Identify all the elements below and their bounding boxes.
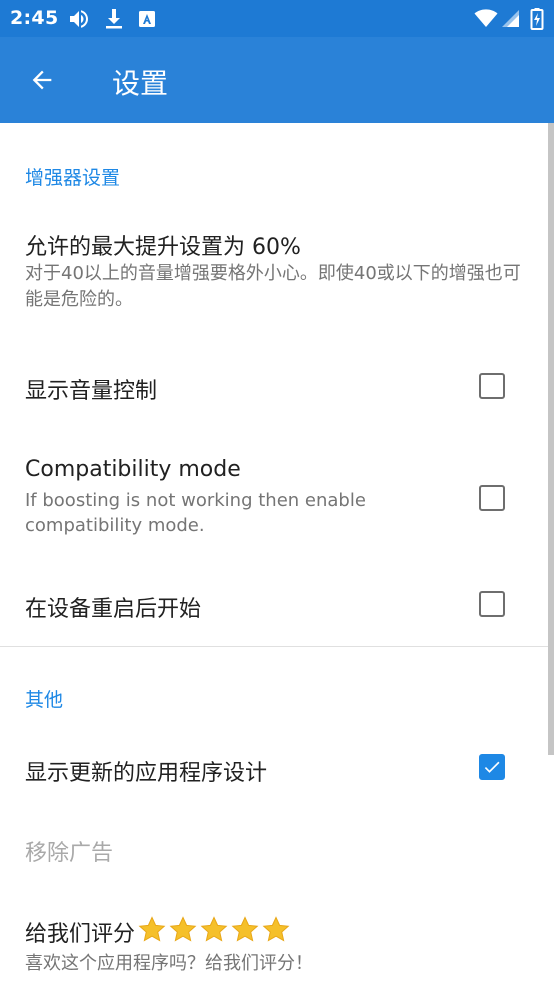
pref-max-boost-summary: 对于40以上的音量增强要格外小心。即使40或以下的增强也可能是危险的。 — [25, 263, 521, 310]
star-icon — [138, 916, 166, 942]
star-icon — [200, 916, 228, 942]
pref-rate-us-title: 给我们评分 — [25, 922, 136, 947]
pref-rate-us-summary: 喜欢这个应用程序吗？给我们评分！ — [25, 953, 313, 974]
pref-rate-us[interactable]: 给我们评分 喜欢这个应用程序吗？给我们评分！ — [0, 903, 548, 984]
settings-list[interactable]: 增强器设置 允许的最大提升设置为 60% 对于40以上的音量增强要格外小心。即使… — [0, 123, 554, 984]
pref-start-on-boot[interactable]: 在设备重启后开始 — [0, 561, 548, 647]
pref-max-boost-title: 允许的最大提升设置为 60% — [25, 235, 301, 260]
pref-remove-ads: 移除广告 — [0, 813, 548, 889]
pref-compatibility-mode[interactable]: Compatibility mode If boosting is not wo… — [0, 439, 548, 551]
section-divider — [0, 646, 548, 647]
pref-start-on-boot-title: 在设备重启后开始 — [25, 597, 202, 622]
back-button[interactable] — [22, 57, 62, 103]
start-on-boot-checkbox[interactable] — [479, 591, 505, 617]
pref-new-design-title: 显示更新的应用程序设计 — [25, 761, 268, 786]
pref-show-volume-control-title: 显示音量控制 — [25, 379, 158, 404]
rating-stars — [137, 915, 291, 945]
status-time: 2:45 — [10, 7, 59, 29]
star-icon — [169, 916, 197, 942]
pref-max-boost[interactable]: 允许的最大提升设置为 60% 对于40以上的音量增强要格外小心。即使40或以下的… — [0, 213, 548, 333]
section-header-enhancer: 增强器设置 — [25, 167, 121, 189]
compatibility-mode-checkbox[interactable] — [479, 485, 505, 511]
show-volume-control-checkbox[interactable] — [479, 373, 505, 399]
text-a-icon — [139, 11, 155, 27]
wifi-icon — [474, 9, 498, 27]
status-bar: 2:45 — [0, 0, 554, 37]
pref-rate-us-title-row: 给我们评分 — [25, 915, 291, 948]
star-icon — [231, 916, 259, 942]
check-icon — [484, 761, 500, 773]
scrollbar[interactable] — [548, 123, 554, 755]
cell-signal-icon — [502, 10, 519, 27]
page-title: 设置 — [112, 67, 169, 100]
new-design-checkbox[interactable] — [479, 754, 505, 780]
pref-remove-ads-title: 移除广告 — [25, 841, 114, 866]
section-header-other: 其他 — [25, 689, 64, 711]
pref-compatibility-mode-title: Compatibility mode — [25, 457, 241, 482]
battery-charging-icon — [530, 8, 544, 30]
pref-show-volume-control[interactable]: 显示音量控制 — [0, 343, 548, 429]
star-icon — [262, 916, 290, 942]
volume-icon — [70, 10, 88, 28]
pref-new-design[interactable]: 显示更新的应用程序设计 — [0, 723, 548, 811]
pref-compatibility-mode-summary: If boosting is not working then enable c… — [25, 490, 366, 536]
download-icon — [106, 9, 122, 29]
app-bar: 设置 — [0, 37, 554, 123]
arrow-left-icon — [32, 70, 52, 90]
